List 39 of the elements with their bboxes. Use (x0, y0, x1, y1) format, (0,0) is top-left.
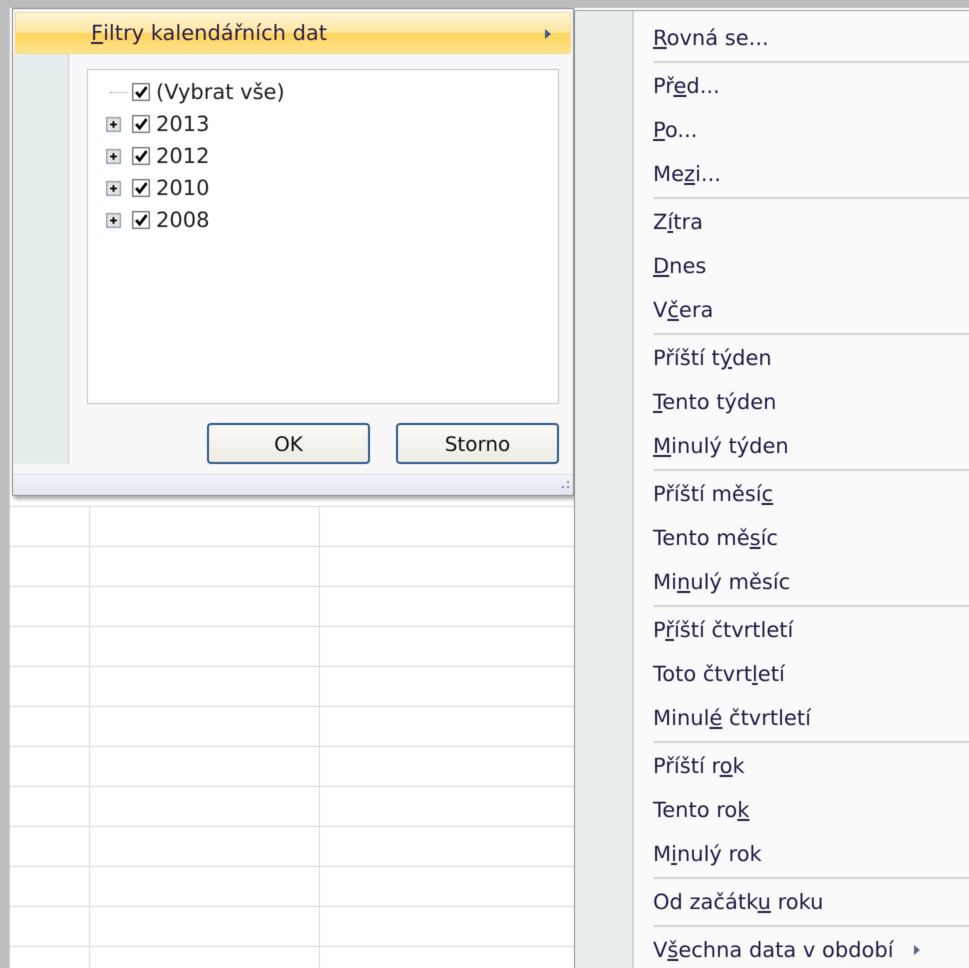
expand-icon[interactable] (106, 212, 121, 228)
tree-item-label[interactable]: (Vybrat vše) (156, 80, 285, 104)
expand-icon[interactable] (106, 180, 121, 196)
menu-item[interactable]: Včera (653, 298, 714, 322)
menu-item[interactable]: Tento rok (653, 798, 750, 822)
menu-item[interactable]: Tento týden (653, 390, 776, 414)
menu-item[interactable]: Zítra (653, 210, 703, 234)
menu-item[interactable]: Před... (653, 74, 720, 98)
menu-item[interactable]: Minulý měsíc (653, 570, 790, 594)
menu-item[interactable]: Mezi... (653, 162, 721, 186)
menu-item[interactable]: Minulý rok (653, 842, 762, 866)
dialog-button[interactable]: Storno (396, 423, 559, 464)
checkbox[interactable] (132, 147, 150, 165)
menu-item[interactable]: Příští rok (653, 754, 745, 778)
tree-item-label[interactable]: 2012 (156, 144, 210, 168)
resize-grip-icon[interactable] (561, 481, 569, 489)
expand-icon[interactable] (106, 116, 121, 132)
menu-item[interactable]: Dnes (653, 254, 706, 278)
tree-item-label[interactable]: 2013 (156, 112, 210, 136)
menu-item[interactable]: Rovná se... (653, 26, 769, 50)
menu-item[interactable]: Filtry kalendářních dat (15, 12, 571, 54)
tree-item-label[interactable]: 2010 (156, 176, 210, 200)
checkbox[interactable] (132, 179, 150, 197)
menu-item[interactable]: Příští týden (653, 346, 772, 370)
menu-item[interactable]: Minulý týden (653, 434, 789, 458)
tree-item-label[interactable]: 2008 (156, 208, 210, 232)
checkbox[interactable] (132, 83, 150, 101)
expand-icon[interactable] (106, 148, 121, 164)
menu-item[interactable]: Od začátku roku (653, 890, 824, 914)
checkbox[interactable] (132, 211, 150, 229)
menu-item[interactable]: Příští čtvrtletí (653, 618, 794, 642)
menu-item[interactable]: Minulé čtvrtletí (653, 706, 811, 730)
checkbox[interactable] (132, 115, 150, 133)
menu-item[interactable]: Tento měsíc (653, 526, 778, 550)
dialog-button[interactable]: OK (207, 423, 370, 464)
menu-item[interactable]: Příští měsíc (653, 482, 774, 506)
menu-item[interactable]: Všechna data v období (653, 938, 894, 962)
menu-item[interactable]: Po... (653, 118, 698, 142)
menu-item[interactable]: Toto čtvrtletí (653, 662, 785, 686)
